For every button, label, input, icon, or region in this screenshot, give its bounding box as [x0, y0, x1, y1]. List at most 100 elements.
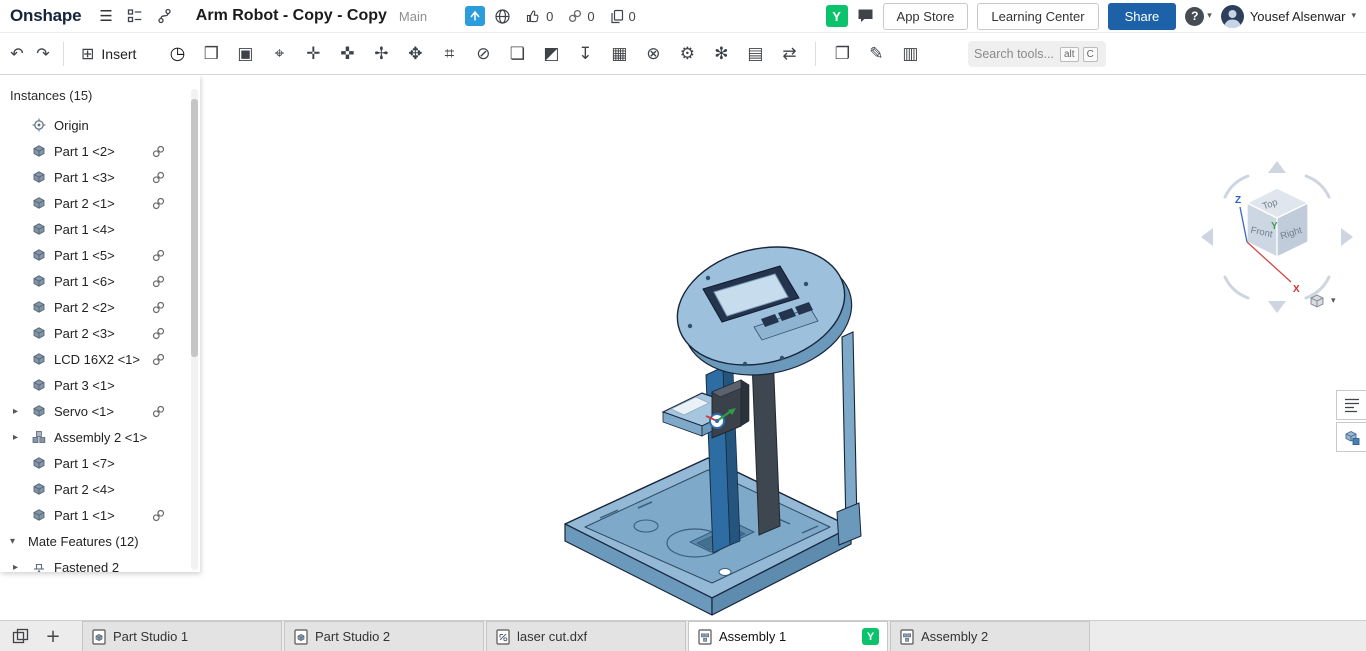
caret-right-icon[interactable]: ▸	[13, 562, 18, 573]
collaborator-badge[interactable]: Y	[825, 5, 848, 27]
workspace-name[interactable]: Main	[399, 9, 427, 24]
tab-assembly-2[interactable]: Assembly 2	[890, 621, 1090, 651]
group-icon[interactable]: ❒	[196, 39, 226, 69]
mate-icon[interactable]: ◷	[162, 39, 192, 69]
tab-part-studio-1[interactable]: Part Studio 1	[82, 621, 282, 651]
public-document-icon[interactable]	[494, 8, 511, 25]
appearance-icon[interactable]: ◩	[536, 39, 566, 69]
app-store-button[interactable]: App Store	[882, 2, 969, 30]
base-part[interactable]	[564, 457, 852, 616]
right-panel-parts-toggle[interactable]	[1336, 422, 1366, 452]
replicate-icon[interactable]: ▣	[230, 39, 260, 69]
panel-scrollbar-thumb[interactable]	[191, 99, 198, 357]
head-part[interactable]	[665, 240, 865, 392]
link-icon	[152, 405, 165, 418]
rotate-left-arrow[interactable]	[1201, 228, 1213, 246]
part-studio-icon	[92, 629, 106, 645]
rotate-down-arrow[interactable]	[1268, 301, 1286, 313]
rotate-icon[interactable]: ✜	[332, 39, 362, 69]
markup-icon[interactable]: ✎	[861, 39, 891, 69]
move-icon[interactable]: ✛	[298, 39, 328, 69]
linked-documents-button[interactable]: 0	[568, 9, 595, 24]
list-item[interactable]: Part 2 <1>	[0, 190, 200, 216]
search-tools-box[interactable]: alt C	[968, 41, 1106, 67]
undo-button[interactable]: ↶	[4, 40, 30, 68]
caret-down-icon[interactable]: ▾	[10, 536, 15, 547]
list-item[interactable]: Part 1 <6>	[0, 268, 200, 294]
caret-right-icon[interactable]: ▸	[13, 406, 18, 417]
motion-study-icon[interactable]: ✻	[706, 39, 736, 69]
redo-button[interactable]: ↷	[30, 40, 56, 68]
rotate-up-arrow[interactable]	[1268, 161, 1286, 173]
graphics-viewport[interactable]: Top Front Right Z X Y ▾	[0, 75, 1366, 620]
swap-instance-icon[interactable]: ⇄	[774, 39, 804, 69]
tab-part-studio-2[interactable]: Part Studio 2	[284, 621, 484, 651]
tab-label: Part Studio 2	[315, 629, 391, 644]
onshape-logo[interactable]: Onshape	[10, 6, 82, 26]
versions-history-icon[interactable]	[157, 8, 172, 24]
list-item[interactable]: LCD 16X2 <1>	[0, 346, 200, 372]
rack-pinion-icon[interactable]: ▤	[740, 39, 770, 69]
mate-connector-icon[interactable]: ⌖	[264, 39, 294, 69]
collaboration-icon[interactable]	[465, 6, 486, 26]
list-item[interactable]: Part 1 <3>	[0, 164, 200, 190]
caret-right-icon[interactable]: ▸	[13, 432, 18, 443]
frame-icon[interactable]: ❏	[502, 39, 532, 69]
mate-features-header[interactable]: ▾ Mate Features (12)	[0, 528, 200, 554]
list-item-servo[interactable]: ▸ Servo <1>	[0, 398, 200, 424]
rotate-right-arrow[interactable]	[1341, 228, 1353, 246]
like-button[interactable]: 0	[526, 9, 553, 24]
list-item[interactable]: Part 2 <3>	[0, 320, 200, 346]
snap-mode-icon[interactable]: ✢	[366, 39, 396, 69]
add-tab-button[interactable]: +	[40, 621, 66, 651]
copies-button[interactable]: 0	[610, 9, 636, 24]
gear-relation-icon[interactable]: ⚙	[672, 39, 702, 69]
user-menu-button[interactable]: Yousef Alsenwar ▾	[1220, 4, 1356, 28]
sheet-icon[interactable]: ▥	[895, 39, 925, 69]
instance-label: Part 1 <6>	[54, 273, 115, 289]
chat-icon[interactable]	[857, 8, 874, 24]
drawing-icon[interactable]: ❐	[827, 39, 857, 69]
list-item[interactable]: Part 1 <7>	[0, 450, 200, 476]
instance-label: Part 3 <1>	[54, 377, 115, 393]
main-menu-icon[interactable]: ☰	[99, 7, 112, 25]
tab-label: Part Studio 1	[113, 629, 189, 644]
list-item[interactable]: Part 1 <1>	[0, 502, 200, 528]
search-tools-input[interactable]	[974, 47, 1056, 61]
explode-icon[interactable]: ✥	[400, 39, 430, 69]
list-item-subassembly[interactable]: ▸ Assembly 2 <1>	[0, 424, 200, 450]
list-item[interactable]: Part 2 <2>	[0, 294, 200, 320]
arm-robot-model[interactable]	[540, 240, 870, 630]
part-icon	[32, 404, 46, 418]
document-panel-icon[interactable]	[127, 8, 143, 24]
tab-label: Assembly 2	[921, 629, 989, 644]
servo-bracket-part[interactable]	[661, 379, 750, 439]
learning-center-button[interactable]: Learning Center	[977, 2, 1099, 30]
list-item[interactable]: Part 2 <4>	[0, 476, 200, 502]
tab-manager-button[interactable]	[6, 621, 36, 651]
section-view-icon[interactable]: ⊘	[468, 39, 498, 69]
list-item-fastened[interactable]: ▸ Fastened 2	[0, 554, 200, 572]
insert-button[interactable]: ⊞ Insert	[71, 39, 146, 69]
list-item[interactable]: Part 1 <5>	[0, 242, 200, 268]
measure-icon[interactable]: ⌗	[434, 39, 464, 69]
view-options-button[interactable]: ▾	[1307, 291, 1336, 311]
back-plate-part[interactable]	[836, 331, 862, 546]
bom-icon[interactable]: ▦	[604, 39, 634, 69]
help-menu-button[interactable]: ? ▾	[1185, 6, 1212, 26]
export-icon[interactable]: ↧	[570, 39, 600, 69]
instance-label: Part 2 <3>	[54, 325, 115, 341]
list-item[interactable]: Part 1 <4>	[0, 216, 200, 242]
right-panel-list-toggle[interactable]	[1336, 390, 1366, 420]
list-item-origin[interactable]: Origin	[0, 112, 200, 138]
list-item[interactable]: Part 3 <1>	[0, 372, 200, 398]
interference-icon[interactable]: ⊗	[638, 39, 668, 69]
panel-scrollbar-track[interactable]	[191, 89, 198, 570]
shortcut-alt-key: alt	[1060, 46, 1079, 62]
view-cube[interactable]: Top Front Right Z X Y	[1195, 155, 1366, 320]
list-item[interactable]: Part 1 <2>	[0, 138, 200, 164]
tab-assembly-1[interactable]: Assembly 1 Y	[688, 621, 888, 651]
share-button[interactable]: Share	[1107, 2, 1177, 30]
tab-laser-cut-dxf[interactable]: laser cut.dxf	[486, 621, 686, 651]
instances-header: Instances (15)	[10, 88, 93, 103]
